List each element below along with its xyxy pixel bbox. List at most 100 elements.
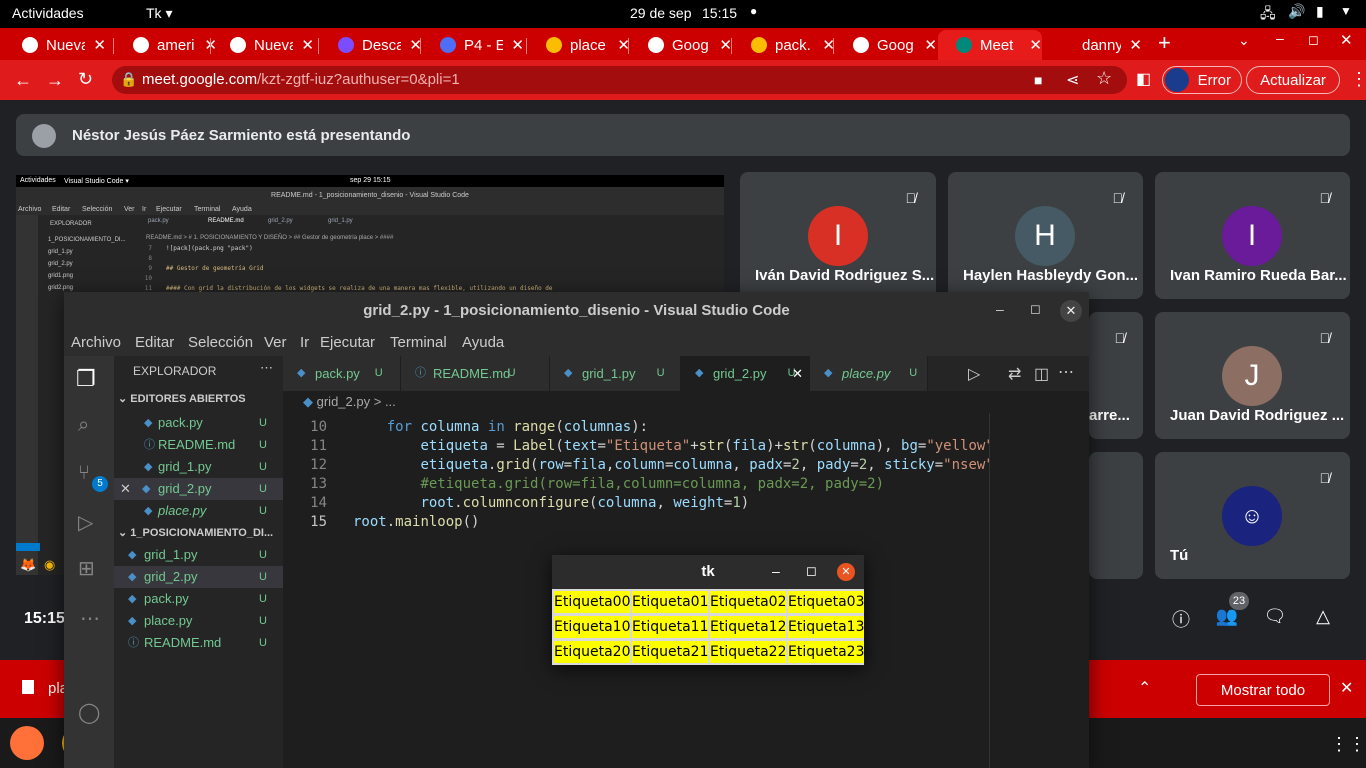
lock-icon[interactable]: 🔒 — [120, 71, 137, 88]
info-icon[interactable]: ⓘ — [1168, 606, 1194, 632]
tab-close-icon[interactable]: ✕ — [1129, 36, 1142, 54]
open-editor-item[interactable]: ◆ pack.py U — [114, 412, 283, 434]
extensions-icon[interactable]: ⊞ — [78, 556, 95, 581]
tab-close-icon[interactable]: ✕ — [924, 36, 937, 54]
project-file-item[interactable]: ◆ pack.py U — [114, 588, 283, 610]
participant-tile-4[interactable]: 🎙̸ J Juan David Rodriguez ... — [1155, 312, 1350, 439]
participant-tile-self[interactable]: 🎙̸ ☺ Tú — [1155, 452, 1350, 579]
project-header[interactable]: ⌄ 1_POSICIONAMIENTO_DI... — [118, 526, 273, 539]
project-file-item[interactable]: ◆ place.py U — [114, 610, 283, 632]
forward-icon[interactable]: → — [46, 70, 64, 91]
menu-ver[interactable]: Ver — [264, 334, 287, 351]
split-editor-icon[interactable]: ◫ — [1034, 364, 1049, 384]
app-menu[interactable]: Tk ▾ — [146, 5, 172, 22]
editor-tab[interactable]: ⓘ README.md U — [401, 356, 550, 391]
system-menu-chevron-icon[interactable]: ▼ — [1340, 4, 1352, 18]
bookmark-star-icon[interactable]: ☆ — [1096, 68, 1112, 89]
reload-icon[interactable]: ↻ — [78, 69, 93, 90]
minimap[interactable] — [989, 413, 1089, 768]
maximize-icon[interactable]: ◻ — [1030, 301, 1041, 317]
tab-close-icon[interactable]: ✕ — [511, 36, 524, 54]
browser-tab[interactable]: Meet ✕ — [938, 30, 1042, 60]
run-debug-icon[interactable]: ▷ — [78, 510, 93, 535]
project-file-item[interactable]: ⓘ README.md U — [114, 632, 283, 654]
menu-ejecutar[interactable]: Ejecutar — [320, 334, 375, 351]
editor-tab[interactable]: ◆ grid_2.py U ✕ — [681, 356, 810, 391]
activities-icon[interactable]: △ — [1310, 606, 1336, 632]
browser-tab[interactable]: Goog ✕ — [630, 30, 732, 60]
browser-tab[interactable]: Desca ✕ — [320, 30, 422, 60]
browser-tab[interactable]: P4 - Ej ✕ — [422, 30, 524, 60]
close-icon[interactable]: ✕ — [837, 563, 855, 581]
editor-tab[interactable]: ◆ grid_1.py U — [550, 356, 681, 391]
source-control-icon[interactable]: ⑂ — [78, 462, 90, 485]
editor-tab[interactable]: ◆ place.py U — [810, 356, 928, 391]
account-icon[interactable]: ◯ — [78, 700, 100, 725]
update-button[interactable]: Actualizar — [1246, 66, 1340, 94]
new-tab-icon[interactable]: + — [1158, 30, 1171, 56]
side-panel-icon[interactable]: ◧ — [1136, 69, 1151, 89]
menu-ir[interactable]: Ir — [300, 334, 309, 351]
menu-terminal[interactable]: Terminal — [390, 334, 447, 351]
volume-icon[interactable]: 🔊 — [1288, 3, 1305, 20]
open-editor-item[interactable]: ◆ place.py U — [114, 500, 283, 522]
search-icon[interactable]: ⌕ — [78, 414, 89, 437]
menu-editar[interactable]: Editar — [135, 334, 174, 351]
open-editors-header[interactable]: ⌄ EDITORES ABIERTOS — [118, 392, 246, 405]
activities-button[interactable]: Actividades — [12, 5, 84, 21]
chat-icon[interactable]: 🗨 — [1262, 606, 1288, 632]
compare-icon[interactable]: ⇄ — [1008, 364, 1021, 384]
participant-tile-1[interactable]: 🎙̸ I Iván David Rodriguez S... — [740, 172, 936, 299]
browser-tab[interactable]: danny ✕ — [1040, 30, 1142, 60]
browser-tab[interactable]: ameri✕ — [115, 30, 217, 60]
maximize-icon[interactable]: ◻ — [806, 563, 817, 579]
open-editor-item[interactable]: ◆ grid_1.py U — [114, 456, 283, 478]
breadcrumb-rest[interactable]: > ... — [374, 394, 396, 409]
time-label[interactable]: 15:15 — [702, 5, 737, 21]
browser-tab[interactable]: pack. ✕ — [733, 30, 835, 60]
participant-tile-partial-2[interactable] — [1089, 452, 1143, 579]
tab-close-icon[interactable]: ✕ — [93, 36, 106, 54]
close-icon[interactable]: ✕ — [1060, 300, 1082, 322]
more-actions-icon[interactable]: ⋯ — [260, 360, 273, 376]
url-text[interactable]: meet.google.com/kzt-zgtf-iuz?authuser=0&… — [142, 71, 460, 88]
minimize-icon[interactable]: – — [772, 563, 780, 579]
explorer-icon[interactable]: ❐ — [76, 366, 96, 392]
share-icon[interactable]: ⋖ — [1066, 70, 1079, 90]
breadcrumb-file[interactable]: grid_2.py — [317, 394, 370, 409]
participant-tile-2[interactable]: 🎙̸ H Haylen Hasbleydy Gon... — [948, 172, 1143, 299]
close-icon[interactable]: ✕ — [1340, 31, 1353, 49]
minimize-icon[interactable]: – — [996, 301, 1004, 317]
network-icon[interactable]: 🖧 — [1260, 3, 1276, 27]
tk-window[interactable]: tk – ◻ ✕ Etiqueta00 Etiqueta01 Etiqueta02 E… — [552, 555, 864, 665]
more-icon[interactable]: ⋯ — [80, 606, 100, 631]
participant-tile-3[interactable]: 🎙̸ I Ivan Ramiro Rueda Bar... — [1155, 172, 1350, 299]
browser-tab[interactable]: Nueva ✕ — [4, 30, 106, 60]
menu-archivo[interactable]: Archivo — [71, 334, 121, 351]
menu-selección[interactable]: Selección — [188, 334, 253, 351]
project-file-item[interactable]: ◆ grid_1.py U — [114, 544, 283, 566]
close-tab-icon[interactable]: ✕ — [792, 356, 803, 391]
open-editor-item[interactable]: ◆ grid_2.py U ✕ — [114, 478, 283, 500]
browser-tab[interactable]: place ✕ — [528, 30, 630, 60]
minimize-icon[interactable]: – — [1276, 30, 1284, 46]
editor-more-icon[interactable]: ⋯ — [1058, 362, 1074, 382]
project-file-item[interactable]: ◆ grid_2.py U — [114, 566, 283, 588]
run-icon[interactable]: ▷ — [968, 364, 980, 384]
chevron-up-icon[interactable]: ⌃ — [1138, 678, 1151, 698]
open-editor-item[interactable]: ⓘ README.md U — [114, 434, 283, 456]
tab-close-icon[interactable]: ✕ — [301, 36, 314, 54]
tab-search-chevron-icon[interactable]: ⌄ — [1238, 32, 1250, 49]
menu-ayuda[interactable]: Ayuda — [462, 334, 504, 351]
browser-tab[interactable]: Nueva ✕ — [212, 30, 314, 60]
maximize-icon[interactable]: ◻ — [1308, 32, 1319, 48]
firefox-dock-icon[interactable] — [10, 726, 44, 760]
more-menu-icon[interactable]: ⋮ — [1350, 69, 1366, 90]
show-apps-icon[interactable]: ⋮⋮⋮ — [1330, 734, 1366, 755]
browser-tab[interactable]: Goog ✕ — [835, 30, 937, 60]
close-editor-icon[interactable]: ✕ — [120, 478, 131, 500]
back-icon[interactable]: ← — [14, 70, 32, 91]
show-all-button[interactable]: Mostrar todo — [1196, 674, 1330, 706]
profile-error-button[interactable]: Error — [1162, 66, 1242, 94]
participant-tile-partial[interactable]: 🎙̸ arre... — [1089, 312, 1143, 439]
